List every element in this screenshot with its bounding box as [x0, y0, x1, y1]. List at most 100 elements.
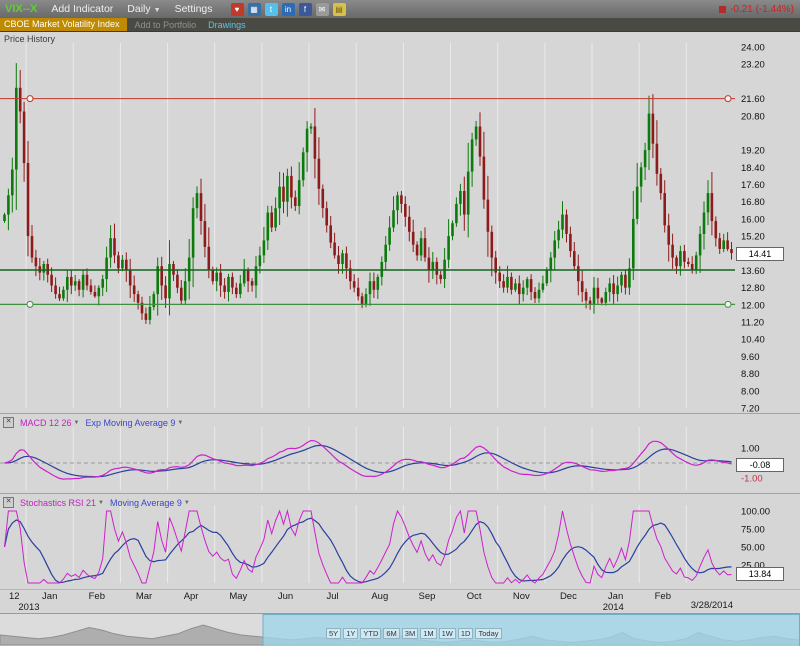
stoch-line — [5, 511, 732, 583]
chart-area[interactable]: 24.0023.2021.6020.8019.2018.4017.6016.80… — [0, 31, 800, 613]
svg-text:Feb: Feb — [89, 591, 105, 602]
quote-change: -0.21 (-1.44%) — [719, 4, 794, 15]
twitter-icon[interactable]: t — [265, 3, 278, 16]
candlestick-series — [3, 63, 733, 324]
svg-text:12.80: 12.80 — [741, 283, 765, 294]
share-icon[interactable]: in — [282, 3, 295, 16]
svg-text:16.80: 16.80 — [741, 197, 765, 208]
stoch-title-text: Stochastics RSI 21 — [20, 498, 96, 508]
range-button-today[interactable]: Today — [475, 628, 501, 639]
svg-text:2013: 2013 — [18, 602, 39, 613]
svg-text:10.40: 10.40 — [741, 335, 765, 346]
svg-text:-1.00: -1.00 — [741, 474, 763, 485]
range-button-6m[interactable]: 6M — [383, 628, 399, 639]
svg-text:1.00: 1.00 — [741, 444, 760, 455]
svg-text:Mar: Mar — [136, 591, 152, 602]
macd-signal-line — [5, 445, 732, 476]
price-pane-header: Price History — [4, 34, 55, 44]
svg-text:May: May — [229, 591, 247, 602]
price-axis: 24.0023.2021.6020.8019.2018.4017.6016.80… — [741, 43, 765, 415]
toolbar-icons: ♥ ▦ tinf ✉ ▤ — [231, 3, 346, 16]
svg-text:Jan: Jan — [608, 591, 623, 602]
svg-text:18.40: 18.40 — [741, 163, 765, 174]
chevron-down-icon: ▼ — [154, 7, 161, 14]
range-button-1m[interactable]: 1M — [420, 628, 436, 639]
mail-icon[interactable]: ✉ — [316, 3, 329, 16]
symbol-name-label: CBOE Market Volatility Index — [0, 18, 127, 31]
stoch-pane — [5, 511, 732, 583]
svg-text:Aug: Aug — [371, 591, 388, 602]
macd-pane — [0, 441, 735, 480]
chevron-down-icon: ▼ — [98, 500, 104, 506]
add-to-portfolio-button[interactable]: Add to Portfolio — [135, 20, 197, 30]
svg-text:24.00: 24.00 — [741, 43, 765, 54]
svg-text:15.20: 15.20 — [741, 232, 765, 243]
svg-text:11.20: 11.20 — [741, 318, 764, 329]
svg-text:Jan: Jan — [42, 591, 57, 602]
price-change-label: -0.21 (-1.44%) — [730, 4, 794, 15]
price-last-badge: 14.41 — [736, 247, 784, 261]
chevron-down-icon: ▼ — [177, 420, 183, 426]
trendline-handle — [725, 301, 731, 307]
chart-canvas[interactable]: 24.0023.2021.6020.8019.2018.4017.6016.80… — [0, 31, 800, 613]
stoch-overlay-text: Moving Average 9 — [110, 498, 182, 508]
symbol-label[interactable]: VIX--X — [5, 3, 37, 15]
macd-pane-header: ✕ MACD 12 26▼ Exp Moving Average 9▼ — [3, 417, 183, 428]
svg-text:8.00: 8.00 — [741, 386, 760, 397]
range-button-1d[interactable]: 1D — [458, 628, 474, 639]
svg-text:50.00: 50.00 — [741, 543, 765, 554]
svg-text:2014: 2014 — [603, 602, 624, 613]
chevron-down-icon: ▼ — [184, 500, 190, 506]
bar-chart-icon[interactable]: ▦ — [248, 3, 261, 16]
macd-overlay-label[interactable]: Exp Moving Average 9▼ — [85, 418, 183, 428]
stoch-overlay-label[interactable]: Moving Average 9▼ — [110, 498, 190, 508]
svg-text:16.00: 16.00 — [741, 214, 765, 225]
macd-value-badge: -0.08 — [736, 458, 784, 472]
symbol-info-bar: CBOE Market Volatility Index Add to Port… — [0, 18, 800, 32]
stoch-indicator-label[interactable]: Stochastics RSI 21▼ — [20, 498, 104, 508]
svg-text:Dec: Dec — [560, 591, 577, 602]
horizontal-trendline[interactable] — [0, 96, 735, 102]
svg-text:Jul: Jul — [327, 591, 339, 602]
macd-title-text: MACD 12 26 — [20, 418, 72, 428]
add-indicator-button[interactable]: Add Indicator — [51, 3, 113, 15]
horizontal-trendline[interactable] — [0, 301, 735, 307]
svg-text:Nov: Nov — [513, 591, 530, 602]
macd-overlay-text: Exp Moving Average 9 — [85, 418, 175, 428]
drawings-button[interactable]: Drawings — [208, 20, 246, 30]
heart-icon[interactable]: ♥ — [231, 3, 244, 16]
range-button-1w[interactable]: 1W — [439, 628, 456, 639]
svg-text:100.00: 100.00 — [741, 507, 770, 518]
svg-text:Apr: Apr — [184, 591, 199, 602]
svg-text:9.60: 9.60 — [741, 352, 760, 363]
close-stoch-pane-button[interactable]: ✕ — [3, 497, 14, 508]
svg-text:13.60: 13.60 — [741, 266, 765, 277]
period-value: Daily — [127, 3, 150, 15]
svg-text:Jun: Jun — [278, 591, 293, 602]
svg-text:Oct: Oct — [467, 591, 482, 602]
facebook-icon[interactable]: f — [299, 3, 312, 16]
stoch-value-badge: 13.84 — [736, 567, 784, 581]
range-button-3m[interactable]: 3M — [402, 628, 418, 639]
range-button-ytd[interactable]: YTD — [360, 628, 381, 639]
note-icon[interactable]: ▤ — [333, 3, 346, 16]
svg-text:23.20: 23.20 — [741, 60, 765, 71]
stoch-pane-header: ✕ Stochastics RSI 21▼ Moving Average 9▼ — [3, 497, 190, 508]
svg-text:21.60: 21.60 — [741, 94, 765, 105]
trendline-handle — [725, 96, 731, 102]
range-button-1y[interactable]: 1Y — [343, 628, 358, 639]
stoch-axis: 100.0075.0050.0025.00 — [741, 507, 770, 572]
settings-button[interactable]: Settings — [175, 3, 213, 15]
svg-text:75.00: 75.00 — [741, 525, 765, 536]
svg-text:17.60: 17.60 — [741, 180, 765, 191]
price-history-text: Price History — [4, 34, 55, 44]
macd-indicator-label[interactable]: MACD 12 26▼ — [20, 418, 79, 428]
end-date-label: 3/28/2014 — [691, 600, 733, 611]
range-button-5y[interactable]: 5Y — [326, 628, 341, 639]
close-macd-pane-button[interactable]: ✕ — [3, 417, 14, 428]
trading-app-window: VIX--X Add Indicator Daily ▼ Settings ♥ ▦ t… — [0, 0, 800, 646]
period-dropdown[interactable]: Daily ▼ — [127, 3, 160, 15]
price-history-label[interactable]: Price History — [4, 34, 55, 44]
svg-text:19.20: 19.20 — [741, 146, 765, 157]
time-navigator[interactable]: 5Y1YYTD6M3M1M1W1DToday — [0, 613, 800, 646]
